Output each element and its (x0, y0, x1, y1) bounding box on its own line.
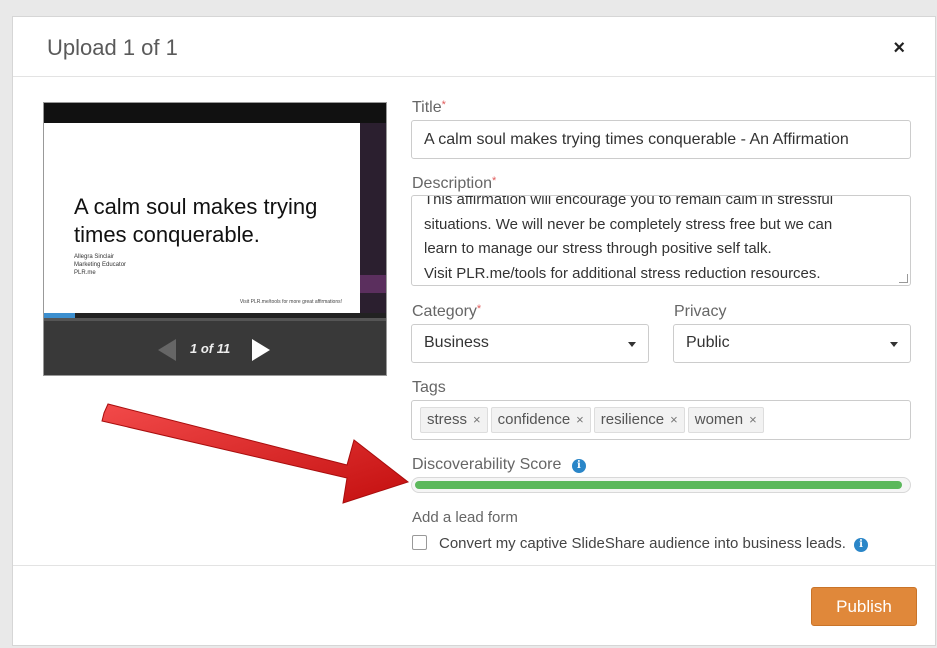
title-label-text: Title (412, 99, 442, 116)
description-line: learn to manage our stress through posit… (424, 240, 772, 257)
tag-text: resilience (600, 411, 665, 428)
discoverability-score-fill (415, 481, 903, 489)
title-label: Title* (412, 99, 446, 117)
slide-preview[interactable]: A calm soul makes trying times conquerab… (43, 102, 387, 376)
slide-footer: Visit PLR.me/tools for more great affirm… (239, 299, 342, 305)
discoverability-label: Discoverability Score i (412, 456, 586, 474)
lead-form-checkbox-label[interactable]: Convert my captive SlideShare audience i… (439, 535, 869, 552)
category-label: Category* (412, 303, 481, 321)
tag-chip: resilience × (593, 407, 685, 433)
lead-form-label: Add a lead form (412, 509, 518, 526)
slide-side-accent (360, 275, 386, 293)
privacy-value: Public (686, 334, 730, 351)
lead-form-checkbox[interactable] (412, 535, 427, 550)
remove-tag-icon[interactable]: × (473, 412, 481, 427)
chevron-down-icon (628, 342, 636, 347)
tag-text: stress (427, 411, 468, 428)
tag-chip: confidence × (490, 407, 591, 433)
description-text: This affirmation will encourage you to r… (424, 195, 898, 285)
description-label-text: Description (412, 175, 493, 192)
remove-tag-icon[interactable]: × (749, 412, 757, 427)
slide-site: PLR.me (74, 270, 96, 276)
slide-canvas: A calm soul makes trying times conquerab… (44, 123, 360, 313)
tag-chip: stress × (420, 407, 488, 433)
modal-title: Upload 1 of 1 (47, 35, 178, 60)
slide-progress-track[interactable] (44, 313, 386, 321)
resize-grip-icon[interactable] (899, 274, 908, 283)
close-icon[interactable]: × (893, 38, 905, 58)
tag-text: women (694, 411, 744, 428)
chevron-down-icon (890, 342, 898, 347)
category-label-text: Category (412, 303, 477, 320)
remove-tag-icon[interactable]: × (670, 412, 678, 427)
description-line: situations. We will never be completely … (424, 215, 833, 233)
category-select[interactable]: Business (411, 324, 649, 363)
footer-divider (13, 565, 935, 566)
slide-top-strip (44, 103, 386, 123)
privacy-select[interactable]: Public (673, 324, 911, 363)
required-mark: * (441, 99, 446, 111)
slide-controls: 1 of 11 (44, 321, 386, 375)
discoverability-score-bar (411, 477, 911, 493)
title-input[interactable]: A calm soul makes trying times conquerab… (411, 120, 911, 159)
description-textarea[interactable]: This affirmation will encourage you to r… (411, 195, 911, 286)
description-label: Description* (412, 175, 496, 193)
tag-chip: women × (687, 407, 764, 433)
tags-input[interactable]: stress × confidence × resilience × women × (411, 400, 911, 440)
slide-side-panel (360, 123, 386, 313)
description-line: This affirmation will encourage you to r… (424, 195, 834, 208)
privacy-label: Privacy (674, 303, 727, 320)
tag-text: confidence (497, 411, 571, 428)
slide-meta: Allegra Sinclair Marketing Educator PLR.… (74, 253, 126, 277)
modal-header: Upload 1 of 1 × (13, 17, 935, 77)
prev-arrow-icon[interactable] (158, 339, 176, 361)
tags-label: Tags (412, 379, 446, 396)
required-mark: * (476, 303, 482, 315)
next-arrow-icon[interactable] (252, 339, 270, 361)
lead-form-checkbox-text: Convert my captive SlideShare audience i… (439, 535, 846, 552)
info-icon[interactable]: i (571, 459, 586, 473)
description-line: Visit PLR.me/tools for additional stress… (424, 264, 821, 282)
remove-tag-icon[interactable]: × (576, 412, 584, 427)
slide-role: Marketing Educator (74, 262, 127, 268)
required-mark: * (492, 175, 497, 187)
category-value: Business (424, 334, 489, 351)
info-icon[interactable]: i (854, 538, 869, 552)
discoverability-label-text: Discoverability Score (412, 456, 562, 473)
slide-heading: A calm soul makes trying times conquerab… (74, 194, 318, 247)
upload-modal: Upload 1 of 1 × A calm soul makes trying… (12, 16, 936, 646)
slide-author: Allegra Sinclair (74, 254, 115, 260)
publish-button[interactable]: Publish (811, 587, 917, 626)
page-counter: 1 of 11 (190, 341, 231, 356)
